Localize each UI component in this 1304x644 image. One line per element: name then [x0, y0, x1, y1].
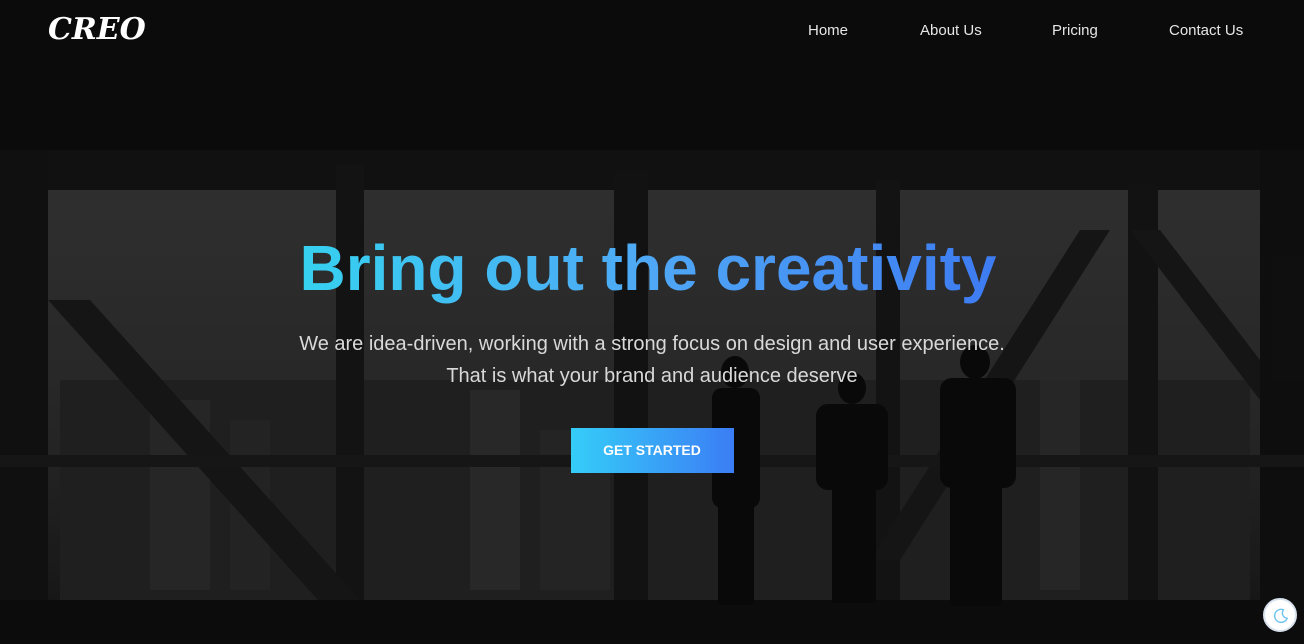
nav-about-link[interactable]: About Us — [920, 22, 982, 39]
theme-toggle-button[interactable] — [1263, 598, 1297, 632]
hero-headline: Bring out the creativity — [300, 226, 997, 310]
moon-icon — [1273, 608, 1288, 624]
nav-contact-link[interactable]: Contact Us — [1169, 22, 1243, 39]
get-started-button[interactable]: GET STARTED — [570, 428, 734, 473]
hero-content: Bring out the creativity We are idea-dri… — [0, 226, 1304, 473]
nav-pricing-link[interactable]: Pricing — [1052, 22, 1098, 39]
hero-subtitle-line1: We are idea-driven, working with a stron… — [299, 333, 1005, 355]
navbar: CREO Home About Us Pricing Contact Us — [0, 0, 1304, 62]
hero-section: CREO Home About Us Pricing Contact Us Br… — [0, 0, 1304, 644]
hero-subtitle: We are idea-driven, working with a stron… — [0, 328, 1304, 392]
brand-logo[interactable]: CREO — [48, 12, 146, 47]
nav-home-link[interactable]: Home — [808, 22, 848, 39]
hero-subtitle-line2: That is what your brand and audience des… — [446, 365, 858, 387]
